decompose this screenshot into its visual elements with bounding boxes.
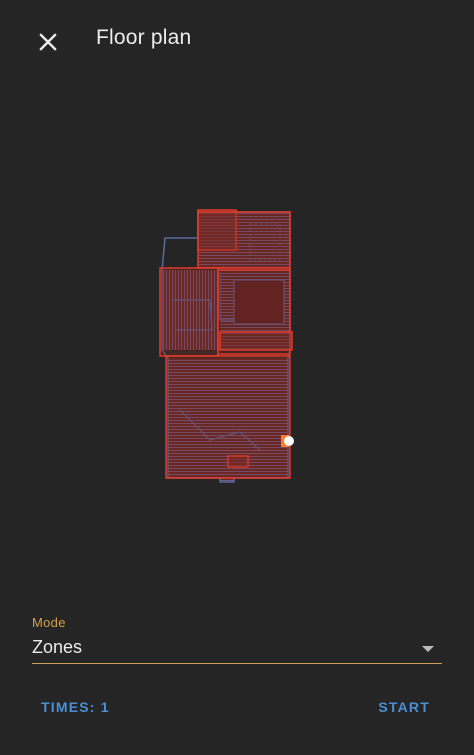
map-zones bbox=[159, 209, 293, 479]
zone-rect[interactable] bbox=[159, 267, 219, 357]
mode-value: Zones bbox=[32, 637, 83, 657]
dock-icon bbox=[284, 436, 294, 446]
dialog-actions: TIMES: 1 START bbox=[0, 690, 474, 724]
mode-select[interactable]: Mode Zones bbox=[32, 612, 442, 664]
close-button[interactable] bbox=[26, 20, 70, 64]
robot-marker bbox=[281, 435, 294, 447]
floor-plan-dialog: Floor plan Mode Zones TIMES: 1 START bbox=[0, 0, 474, 755]
mode-label: Mode bbox=[32, 615, 66, 630]
page-title: Floor plan bbox=[96, 26, 192, 49]
zone-rect[interactable] bbox=[227, 455, 249, 468]
times-button[interactable]: TIMES: 1 bbox=[33, 690, 118, 724]
dialog-header: Floor plan bbox=[0, 0, 474, 82]
zone-rect[interactable] bbox=[219, 331, 293, 351]
floor-plan-canvas bbox=[159, 209, 294, 483]
dropdown-arrow-icon bbox=[422, 646, 434, 652]
floor-plan-map[interactable] bbox=[150, 200, 310, 490]
mode-underline bbox=[32, 662, 442, 664]
zone-rect[interactable] bbox=[197, 211, 291, 269]
start-button[interactable]: START bbox=[370, 690, 438, 724]
close-icon bbox=[39, 33, 57, 51]
